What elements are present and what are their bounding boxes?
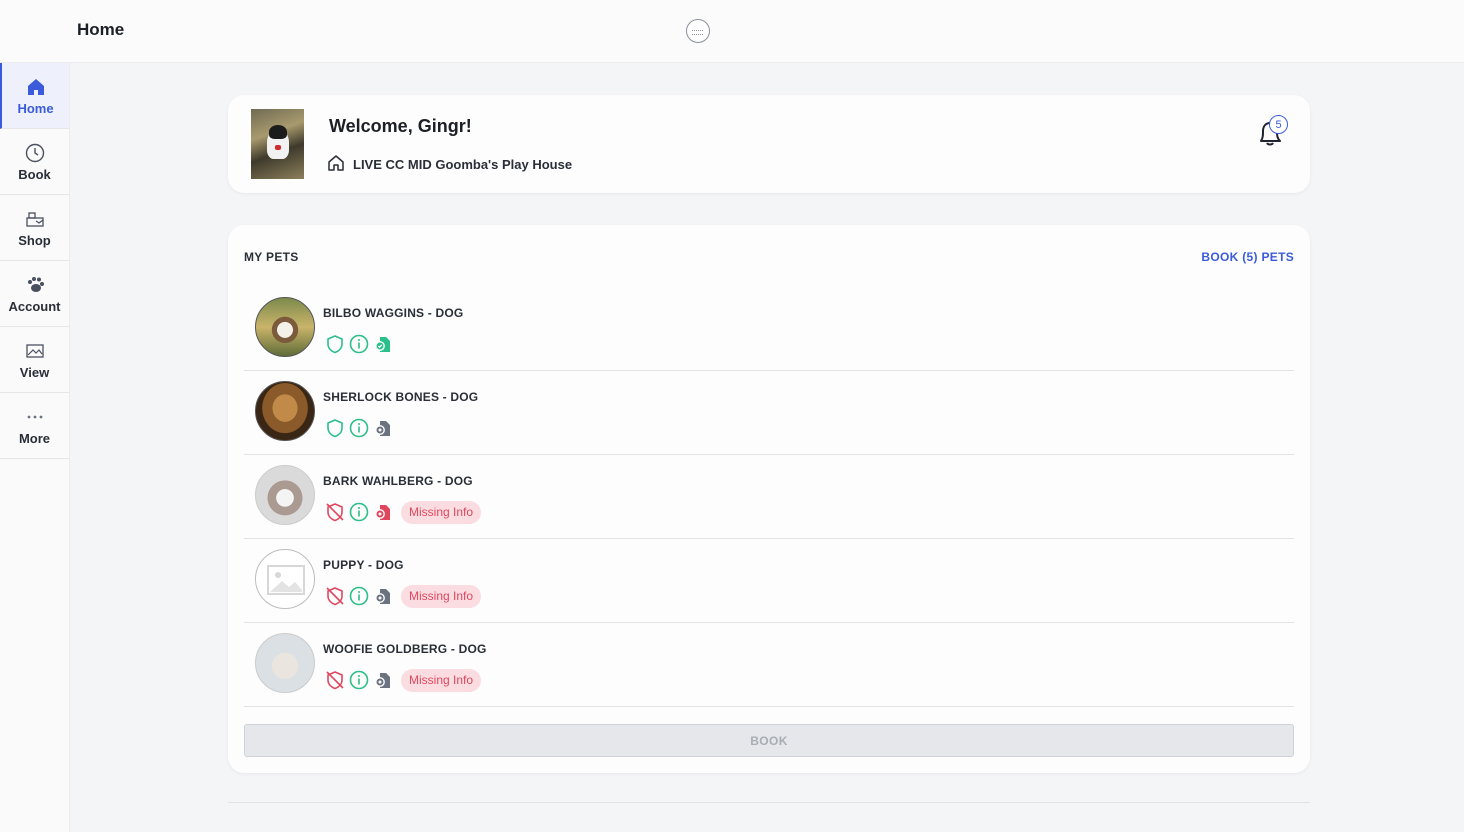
logo-icon xyxy=(686,19,710,43)
document-icon[interactable] xyxy=(373,418,393,438)
pet-name: SHERLOCK BONES - DOG xyxy=(323,390,479,404)
pet-photo xyxy=(255,465,315,525)
pet-row[interactable]: PUPPY - DOG Missing Info xyxy=(244,539,1294,623)
pet-name: PUPPY - DOG xyxy=(323,558,404,572)
sidebar: Home Book Shop Account View More xyxy=(0,63,70,832)
image-icon xyxy=(24,340,46,362)
pet-name: BILBO WAGGINS - DOG xyxy=(323,306,464,320)
pet-photo xyxy=(255,381,315,441)
sidebar-item-label: Book xyxy=(18,166,51,182)
image-placeholder-icon xyxy=(267,565,305,595)
info-icon[interactable] xyxy=(349,502,369,522)
info-icon[interactable] xyxy=(349,670,369,690)
more-icon xyxy=(24,406,46,428)
info-icon[interactable] xyxy=(349,418,369,438)
house-icon xyxy=(327,154,345,172)
sidebar-item-label: View xyxy=(19,364,50,380)
document-icon[interactable] xyxy=(373,502,393,522)
pet-status-badges xyxy=(325,416,393,440)
shield-off-icon[interactable] xyxy=(325,502,345,522)
paw-icon xyxy=(24,274,46,296)
pet-status-badges: Missing Info xyxy=(325,500,482,524)
missing-info-badge[interactable]: Missing Info xyxy=(401,668,482,692)
page-title: Home xyxy=(77,20,125,39)
shield-off-icon[interactable] xyxy=(325,670,345,690)
pet-status-badges xyxy=(325,332,393,356)
notification-count-badge: 5 xyxy=(1269,115,1288,134)
document-icon[interactable] xyxy=(373,586,393,606)
pet-row[interactable]: WOOFIE GOLDBERG - DOG Missing Info xyxy=(244,623,1294,707)
info-icon[interactable] xyxy=(349,586,369,606)
book-pets-link[interactable]: BOOK (5) PETS xyxy=(1201,250,1294,264)
welcome-greeting: Welcome, Gingr! xyxy=(329,116,472,136)
pet-row[interactable]: BILBO WAGGINS - DOG xyxy=(244,287,1294,371)
pet-photo xyxy=(255,297,315,357)
sidebar-item-label: Shop xyxy=(18,232,51,248)
my-pets-card: MY PETS BOOK (5) PETS BILBO WAGGINS - DO… xyxy=(228,225,1310,773)
facility-name: LIVE CC MID Goomba's Play House xyxy=(353,157,573,172)
pet-name: BARK WAHLBERG - DOG xyxy=(323,474,473,488)
book-button[interactable]: BOOK xyxy=(244,724,1294,757)
welcome-card: Welcome, Gingr! LIVE CC MID Goomba's Pla… xyxy=(228,95,1310,193)
divider xyxy=(228,802,1310,803)
sidebar-item-book[interactable]: Book xyxy=(0,129,69,195)
sidebar-item-label: Home xyxy=(17,100,54,116)
home-icon xyxy=(25,76,47,98)
document-icon[interactable] xyxy=(373,670,393,690)
shield-icon[interactable] xyxy=(325,334,345,354)
clock-icon xyxy=(24,142,46,164)
top-bar: Home xyxy=(0,0,1464,63)
pet-photo xyxy=(255,633,315,693)
sidebar-item-label: More xyxy=(18,430,51,446)
pet-status-badges: Missing Info xyxy=(325,668,482,692)
pet-row[interactable]: SHERLOCK BONES - DOG xyxy=(244,371,1294,455)
pet-name: WOOFIE GOLDBERG - DOG xyxy=(323,642,487,656)
missing-info-badge[interactable]: Missing Info xyxy=(401,584,482,608)
shield-off-icon[interactable] xyxy=(325,586,345,606)
sidebar-item-more[interactable]: More xyxy=(0,393,69,459)
sidebar-item-account[interactable]: Account xyxy=(0,261,69,327)
my-pets-heading: MY PETS xyxy=(244,250,299,264)
info-icon[interactable] xyxy=(349,334,369,354)
missing-info-badge[interactable]: Missing Info xyxy=(401,500,482,524)
sidebar-item-home[interactable]: Home xyxy=(0,63,69,129)
shield-icon[interactable] xyxy=(325,418,345,438)
pet-photo-placeholder xyxy=(255,549,315,609)
pet-row[interactable]: BARK WAHLBERG - DOG Missing Info xyxy=(244,455,1294,539)
sidebar-item-label: Account xyxy=(8,298,61,314)
sidebar-item-view[interactable]: View xyxy=(0,327,69,393)
sidebar-item-shop[interactable]: Shop xyxy=(0,195,69,261)
document-icon[interactable] xyxy=(373,334,393,354)
user-avatar[interactable] xyxy=(251,109,304,179)
pet-status-badges: Missing Info xyxy=(325,584,482,608)
shop-icon xyxy=(24,208,46,230)
